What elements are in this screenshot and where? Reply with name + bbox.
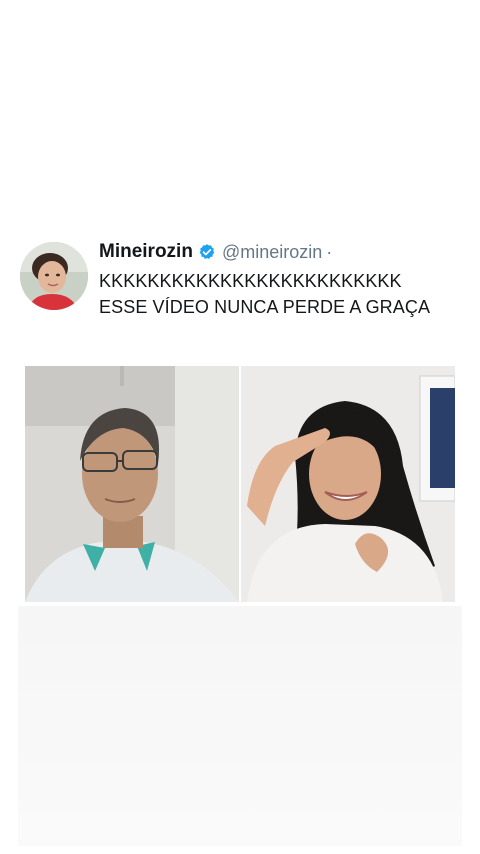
separator-dot: ·	[326, 241, 333, 262]
video-continuation-area	[18, 606, 462, 846]
tweet-text-line-1: KKKKKKKKKKKKKKKKKKKKKKKKK	[99, 271, 402, 291]
tweet-text: KKKKKKKKKKKKKKKKKKKKKKKKK ESSE VÍDEO NUN…	[99, 268, 459, 320]
tweet-text-line-2: ESSE VÍDEO NUNCA PERDE A GRAÇA	[99, 297, 431, 317]
verified-badge-icon	[198, 243, 216, 261]
tweet-header: Mineirozin @mineirozin ·	[99, 236, 459, 268]
handle[interactable]: @mineirozin	[222, 242, 322, 263]
screen: Mineirozin @mineirozin · KKKKKKKKKKKKKKK…	[0, 0, 480, 854]
tweet-body: Mineirozin @mineirozin · KKKKKKKKKKKKKKK…	[99, 236, 459, 320]
avatar[interactable]	[20, 242, 88, 310]
video-media[interactable]	[25, 366, 455, 602]
display-name[interactable]: Mineirozin	[99, 241, 193, 263]
